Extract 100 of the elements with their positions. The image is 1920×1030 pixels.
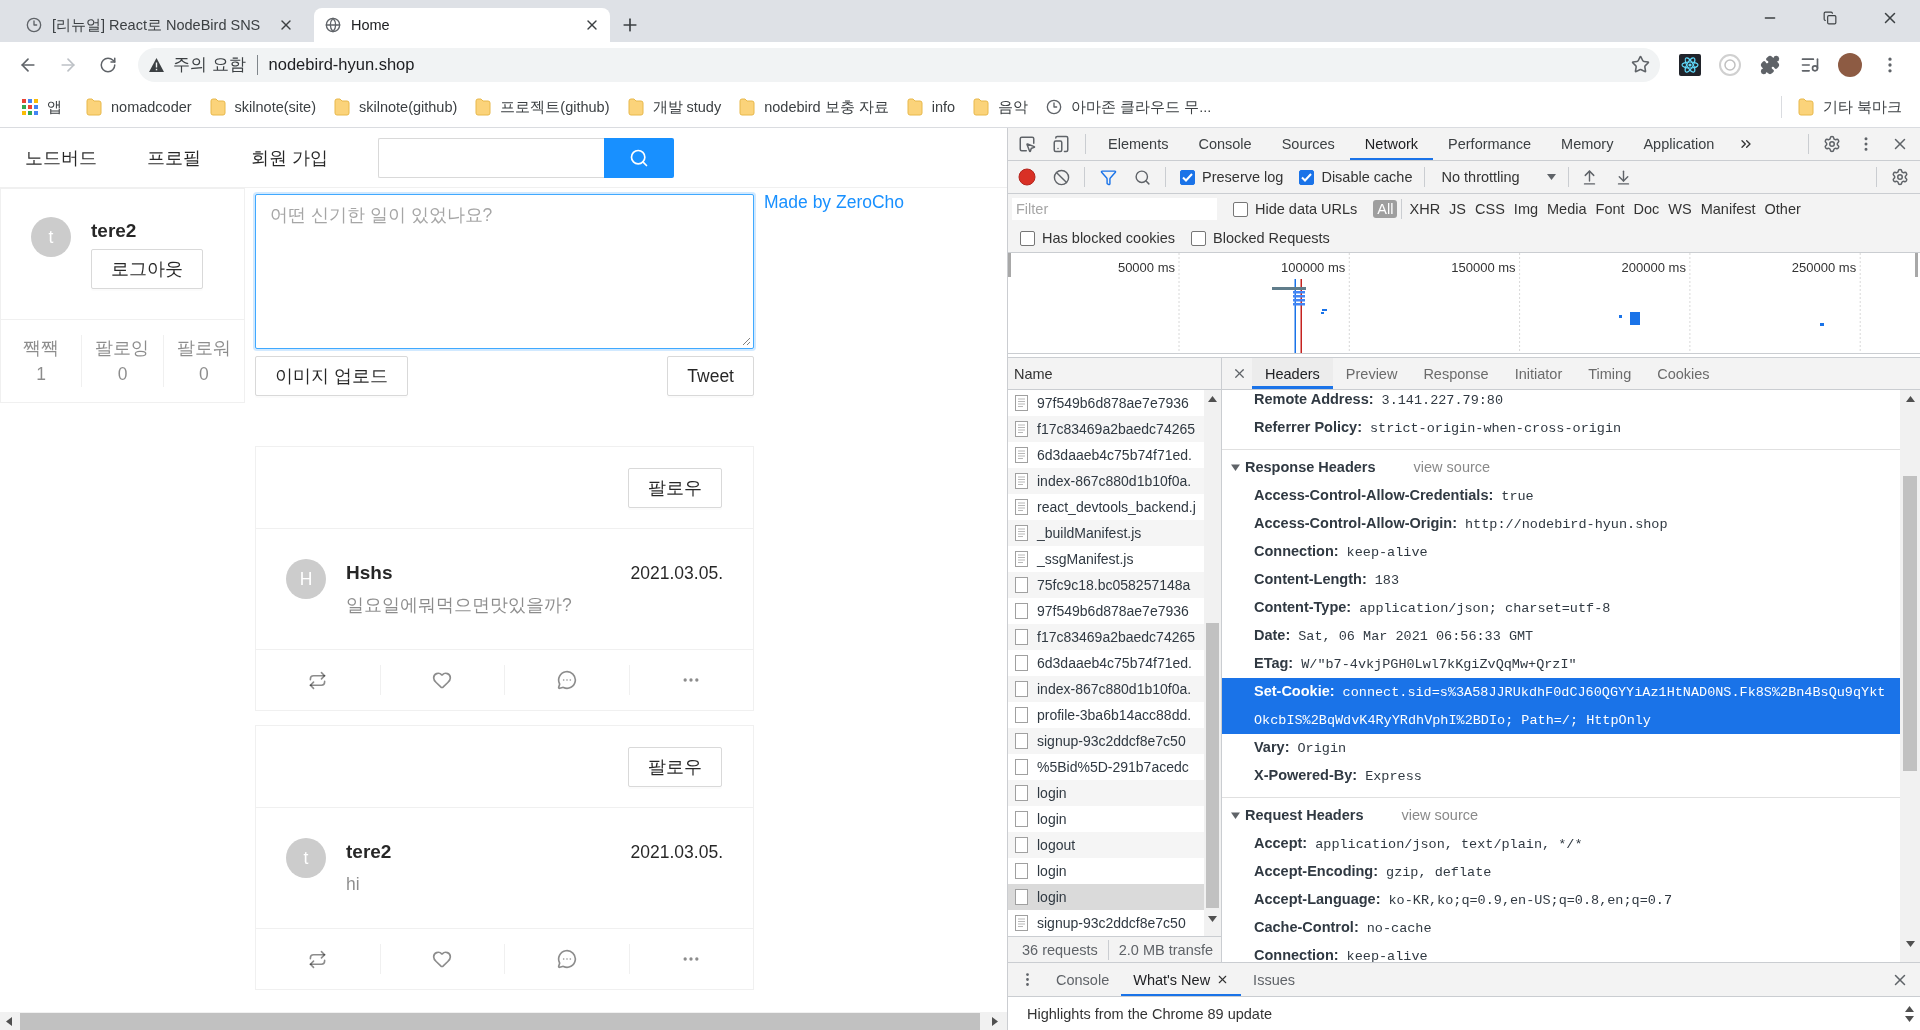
ban-icon[interactable]: [1052, 168, 1070, 186]
browser-tab[interactable]: Home: [314, 8, 610, 42]
detail-tab[interactable]: Preview: [1332, 358, 1411, 389]
comment-icon[interactable]: [556, 670, 577, 690]
restore-icon[interactable]: [1823, 11, 1837, 25]
request-row[interactable]: login: [1008, 884, 1204, 910]
type-filter[interactable]: Other: [1760, 200, 1805, 218]
type-filter[interactable]: Doc: [1629, 200, 1664, 218]
profile-avatar[interactable]: [1838, 52, 1862, 77]
scroll-down-icon[interactable]: [1905, 941, 1915, 947]
triangle-icon[interactable]: [1231, 810, 1240, 820]
filter-field[interactable]: Filter: [1012, 198, 1217, 220]
scroll-down-icon[interactable]: [1905, 1015, 1914, 1022]
throttling-select[interactable]: No throttling: [1429, 169, 1564, 185]
tweet-button[interactable]: Tweet: [667, 356, 754, 396]
option-label[interactable]: Blocked Requests: [1213, 230, 1330, 246]
panel-tab[interactable]: Elements: [1093, 128, 1184, 160]
bookmark-item[interactable]: 아마존 클라우드 무...: [1038, 93, 1220, 121]
checkbox[interactable]: [1299, 169, 1315, 185]
request-row[interactable]: 75fc9c18.bc058257148a: [1008, 572, 1204, 598]
panel-tab[interactable]: Application: [1628, 128, 1730, 160]
triangle-icon[interactable]: [1231, 462, 1240, 472]
type-filter[interactable]: Img: [1509, 200, 1543, 218]
option-label[interactable]: Preserve log: [1202, 169, 1284, 185]
detail-tab[interactable]: Response: [1410, 358, 1502, 389]
bookmark-item[interactable]: 개발 study: [619, 93, 730, 121]
search-field[interactable]: [377, 137, 604, 178]
scroll-up-icon[interactable]: [1208, 396, 1217, 402]
bookmark-item[interactable]: 음악: [965, 93, 1037, 121]
panel-tab[interactable]: Sources: [1266, 128, 1350, 160]
checkbox[interactable]: [1191, 230, 1206, 246]
option-label[interactable]: Has blocked cookies: [1042, 230, 1175, 246]
post-textarea[interactable]: 어떤 신기한 일이 있었나요?: [255, 194, 754, 349]
search-icon[interactable]: [1133, 168, 1151, 186]
request-row[interactable]: index-867c880d1b10f0a.: [1008, 468, 1204, 494]
option-label[interactable]: Disable cache: [1321, 169, 1413, 185]
checkbox[interactable]: [1180, 169, 1195, 185]
warning-icon[interactable]: [149, 57, 164, 72]
puzzle-icon[interactable]: [1760, 54, 1780, 75]
menu-item[interactable]: 회원 가입: [226, 145, 353, 170]
devices-icon[interactable]: [1052, 135, 1070, 153]
view-source-link[interactable]: view source: [1413, 459, 1491, 475]
scroll-up-icon[interactable]: [1905, 1005, 1914, 1012]
drawer-tab[interactable]: Issues: [1241, 963, 1308, 996]
scroll-right-icon[interactable]: [992, 1016, 998, 1026]
column-header[interactable]: Name: [1014, 365, 1053, 382]
detail-tab[interactable]: Initiator: [1501, 358, 1576, 389]
section-title[interactable]: Request Headers: [1245, 807, 1364, 823]
inspect-icon[interactable]: [1018, 135, 1036, 153]
bookmark-item[interactable]: skilnote(site): [201, 93, 324, 121]
browser-tab[interactable]: [리뉴얼] React로 NodeBird SNS: [15, 8, 304, 42]
bookmark-item[interactable]: info: [898, 93, 964, 121]
scrollbar-thumb[interactable]: [1903, 476, 1917, 771]
detail-tab[interactable]: Cookies: [1644, 358, 1723, 389]
checkbox[interactable]: [1233, 201, 1248, 217]
detail-tab[interactable]: Timing: [1575, 358, 1645, 389]
type-filter[interactable]: JS: [1445, 200, 1471, 218]
bookmark-item[interactable]: nodebird 보충 자료: [731, 93, 897, 121]
retweet-icon[interactable]: [308, 949, 328, 969]
star-icon[interactable]: [1631, 55, 1650, 74]
detail-tab[interactable]: Headers: [1252, 358, 1333, 389]
section-title[interactable]: Response Headers: [1245, 459, 1376, 475]
scroll-down-icon[interactable]: [1208, 916, 1217, 922]
request-row[interactable]: index-867c880d1b10f0a.: [1008, 676, 1204, 702]
panel-tab[interactable]: Console: [1183, 128, 1267, 160]
scrollbar-thumb[interactable]: [1206, 623, 1219, 908]
request-row[interactable]: login: [1008, 780, 1204, 806]
settings-icon[interactable]: [1823, 135, 1841, 153]
bookmark-item[interactable]: skilnote(github): [326, 93, 466, 121]
range-handle[interactable]: [1008, 253, 1011, 277]
request-row[interactable]: signup-93c2ddcf8e7c50: [1008, 728, 1204, 754]
address-bar[interactable]: 주의 요함 nodebird-hyun.shop: [138, 47, 1660, 82]
type-filter[interactable]: Manifest: [1696, 200, 1760, 218]
atom-icon[interactable]: [1679, 53, 1701, 76]
panel-tab[interactable]: Performance: [1433, 128, 1547, 160]
bookmark-item[interactable]: 앱: [14, 93, 70, 121]
type-filter[interactable]: Font: [1591, 200, 1629, 218]
checkbox[interactable]: [1020, 230, 1035, 246]
request-row[interactable]: logout: [1008, 832, 1204, 858]
type-filter[interactable]: XHR: [1405, 200, 1445, 218]
menu-item[interactable]: 노드버드: [0, 145, 122, 170]
heart-icon[interactable]: [432, 670, 453, 690]
option-label[interactable]: Hide data URLs: [1255, 201, 1358, 217]
range-handle[interactable]: [1915, 253, 1918, 277]
drawer-tab[interactable]: Console: [1044, 963, 1122, 996]
bookmark-item[interactable]: nomadcoder: [78, 93, 200, 121]
type-filter[interactable]: WS: [1664, 200, 1696, 218]
heart-icon[interactable]: [432, 949, 453, 969]
image-upload-button[interactable]: 이미지 업로드: [255, 356, 408, 396]
request-row[interactable]: f17c83469a2baedc74265: [1008, 624, 1204, 650]
drawer-tab[interactable]: What's New: [1121, 963, 1242, 996]
reload-icon[interactable]: [99, 55, 117, 74]
logout-button[interactable]: 로그아웃: [91, 249, 203, 289]
follow-button[interactable]: 팔로우: [628, 467, 722, 508]
record-dot-icon[interactable]: [1018, 168, 1036, 186]
search-button[interactable]: [603, 137, 674, 178]
security-warning[interactable]: 주의 요함: [173, 53, 246, 76]
retweet-icon[interactable]: [308, 670, 328, 690]
scroll-left-icon[interactable]: [6, 1016, 12, 1026]
filter-icon[interactable]: [1099, 168, 1117, 186]
